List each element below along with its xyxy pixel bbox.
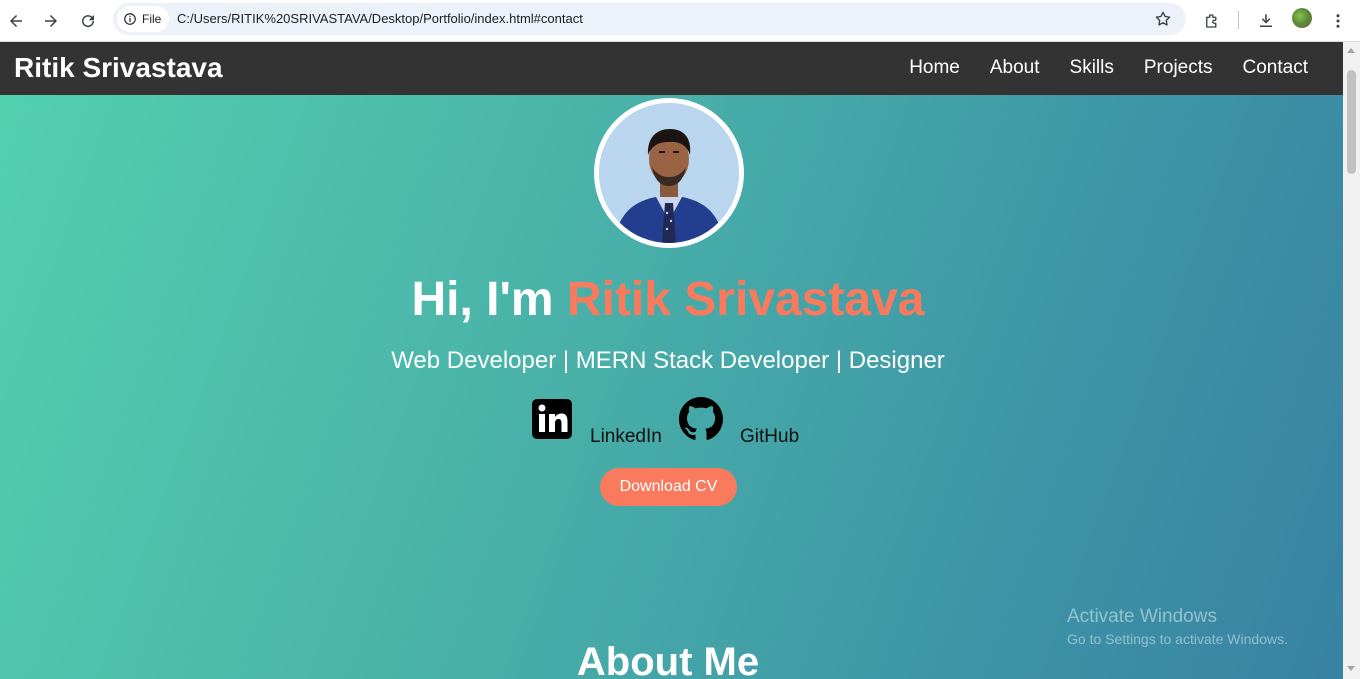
hero-subtitle: Web Developer | MERN Stack Developer | D… bbox=[391, 347, 945, 374]
hero-title: Hi, I'm Ritik Srivastava bbox=[0, 272, 1336, 327]
github-link[interactable]: GitHub bbox=[740, 426, 799, 448]
forward-icon[interactable] bbox=[37, 7, 65, 35]
download-icon[interactable] bbox=[1252, 7, 1280, 35]
menu-icon[interactable] bbox=[1324, 7, 1352, 35]
reload-icon[interactable] bbox=[74, 7, 102, 35]
portfolio-page: Ritik Srivastava Home About Skills Proje… bbox=[0, 42, 1343, 679]
scroll-down-arrow[interactable] bbox=[1347, 666, 1355, 671]
github-icon[interactable] bbox=[679, 397, 723, 441]
linkedin-link[interactable]: LinkedIn bbox=[590, 426, 662, 448]
watermark-line1: Activate Windows bbox=[1067, 606, 1217, 627]
watermark-line2: Go to Settings to activate Windows. bbox=[1067, 631, 1288, 647]
browser-toolbar: File C:/Users/RITIK%20SRIVASTAVA/Desktop… bbox=[0, 0, 1360, 42]
site-navbar: Ritik Srivastava Home About Skills Proje… bbox=[0, 42, 1343, 95]
star-icon[interactable] bbox=[1154, 10, 1172, 28]
hero-name: Ritik Srivastava bbox=[566, 273, 925, 326]
site-chip-label: File bbox=[142, 12, 162, 26]
windows-activation-watermark: Activate Windows Go to Settings to activ… bbox=[1067, 606, 1288, 647]
page-scrollbar[interactable] bbox=[1343, 42, 1360, 679]
download-cv-button[interactable]: Download CV bbox=[600, 468, 737, 506]
nav-link-skills[interactable]: Skills bbox=[1070, 57, 1114, 79]
scroll-up-arrow[interactable] bbox=[1347, 48, 1355, 53]
nav-link-projects[interactable]: Projects bbox=[1144, 57, 1213, 79]
linkedin-icon[interactable] bbox=[532, 399, 572, 439]
scroll-thumb[interactable] bbox=[1347, 70, 1356, 174]
nav-link-home[interactable]: Home bbox=[909, 57, 960, 79]
profile-photo bbox=[594, 98, 744, 248]
hero-greeting: Hi, I'm bbox=[411, 273, 567, 326]
address-bar[interactable]: File C:/Users/RITIK%20SRIVASTAVA/Desktop… bbox=[113, 3, 1186, 35]
toolbar-divider bbox=[1238, 11, 1239, 29]
nav-link-contact[interactable]: Contact bbox=[1243, 57, 1308, 79]
info-icon bbox=[124, 13, 136, 25]
site-brand[interactable]: Ritik Srivastava bbox=[14, 52, 223, 84]
back-icon[interactable] bbox=[2, 7, 30, 35]
nav-link-about[interactable]: About bbox=[990, 57, 1040, 79]
url-text[interactable]: C:/Users/RITIK%20SRIVASTAVA/Desktop/Port… bbox=[177, 11, 583, 26]
extensions-icon[interactable] bbox=[1198, 7, 1226, 35]
site-info-chip[interactable]: File bbox=[117, 6, 170, 32]
nav-links: Home About Skills Projects Contact bbox=[909, 57, 1308, 79]
profile-avatar[interactable] bbox=[1292, 8, 1312, 28]
